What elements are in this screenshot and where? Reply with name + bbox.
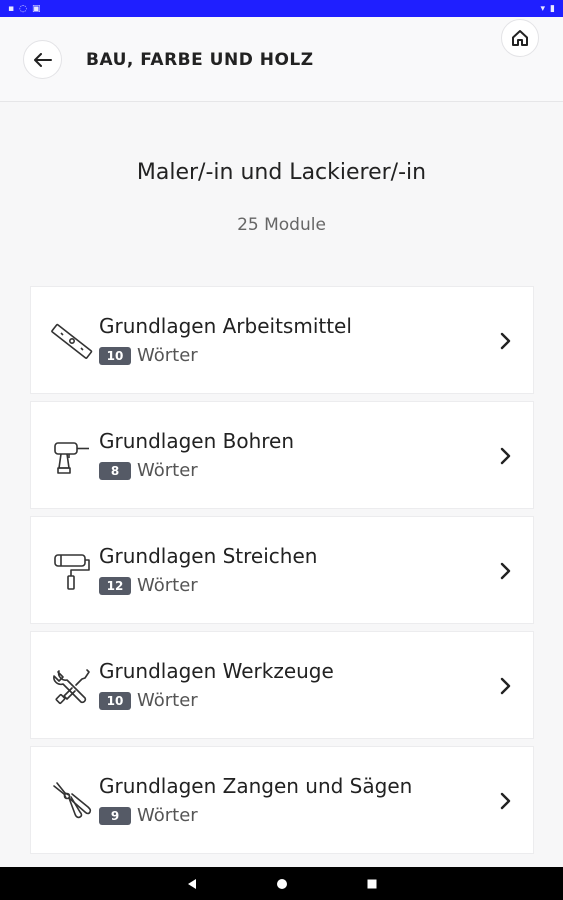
page-title: Maler/-in und Lackierer/-in	[136, 160, 427, 185]
module-card-arbeitsmittel[interactable]: Grundlagen Arbeitsmittel 10 Wörter	[30, 286, 534, 394]
home-button[interactable]	[501, 19, 539, 57]
words-label: Wörter	[137, 805, 198, 826]
chevron-right-icon	[500, 332, 511, 350]
drill-icon	[54, 442, 89, 474]
words-label: Wörter	[137, 345, 198, 366]
module-card-bohren[interactable]: Grundlagen Bohren 8 Wörter	[30, 401, 534, 509]
image-icon: ▣	[31, 3, 41, 14]
module-meta: 10 Wörter	[99, 690, 198, 711]
module-count: 25 Module	[237, 215, 326, 235]
module-card-streichen[interactable]: Grundlagen Streichen 12 Wörter	[30, 516, 534, 624]
module-meta: 8 Wörter	[99, 460, 198, 481]
module-title: Grundlagen Bohren	[99, 429, 295, 453]
spirit-level-icon	[51, 323, 93, 359]
module-list: Grundlagen Arbeitsmittel 10 Wörter Grund…	[30, 286, 534, 861]
module-meta: 10 Wörter	[99, 345, 198, 366]
module-title: Grundlagen Werkzeuge	[99, 659, 334, 683]
status-bar: ▪ ◌ ▣ ▾ ▮	[0, 0, 563, 17]
chevron-right-icon	[500, 677, 511, 695]
notification-icon: ▪	[8, 3, 15, 14]
chevron-right-icon	[500, 792, 511, 810]
module-title: Grundlagen Arbeitsmittel	[99, 314, 352, 338]
words-label: Wörter	[137, 460, 198, 481]
module-card-werkzeuge[interactable]: Grundlagen Werkzeuge 10 Wörter	[30, 631, 534, 739]
word-count-badge: 8	[99, 461, 131, 480]
paint-roller-icon	[54, 554, 90, 590]
pliers-icon	[53, 782, 92, 819]
word-count-badge: 10	[99, 346, 131, 365]
battery-icon: ▮	[550, 3, 555, 14]
app-bar: BAU, FARBE UND HOLZ	[0, 17, 563, 102]
back-button[interactable]	[23, 40, 62, 79]
home-icon	[512, 30, 528, 46]
system-nav-bar	[0, 867, 563, 900]
wrench-screwdriver-icon	[53, 669, 90, 704]
module-card-zangen-saegen[interactable]: Grundlagen Zangen und Sägen 9 Wörter	[30, 746, 534, 854]
back-triangle-icon[interactable]	[186, 878, 198, 890]
module-meta: 9 Wörter	[99, 805, 198, 826]
words-label: Wörter	[137, 575, 198, 596]
word-count-badge: 9	[99, 806, 131, 825]
words-label: Wörter	[137, 690, 198, 711]
module-meta: 12 Wörter	[99, 575, 198, 596]
status-left-icons: ▪ ◌ ▣	[8, 4, 40, 14]
chevron-right-icon	[500, 562, 511, 580]
wifi-icon: ▾	[540, 3, 546, 14]
word-count-badge: 12	[99, 576, 131, 595]
chevron-right-icon	[500, 447, 511, 465]
word-count-badge: 10	[99, 691, 131, 710]
recents-square-icon[interactable]	[366, 878, 378, 890]
home-circle-icon[interactable]	[276, 878, 288, 890]
status-right-icons: ▾ ▮	[541, 4, 555, 14]
app-title: BAU, FARBE UND HOLZ	[86, 50, 314, 70]
arrow-left-icon	[33, 52, 52, 67]
module-title: Grundlagen Zangen und Sägen	[99, 774, 413, 798]
sync-icon: ◌	[19, 3, 27, 14]
module-title: Grundlagen Streichen	[99, 544, 318, 568]
